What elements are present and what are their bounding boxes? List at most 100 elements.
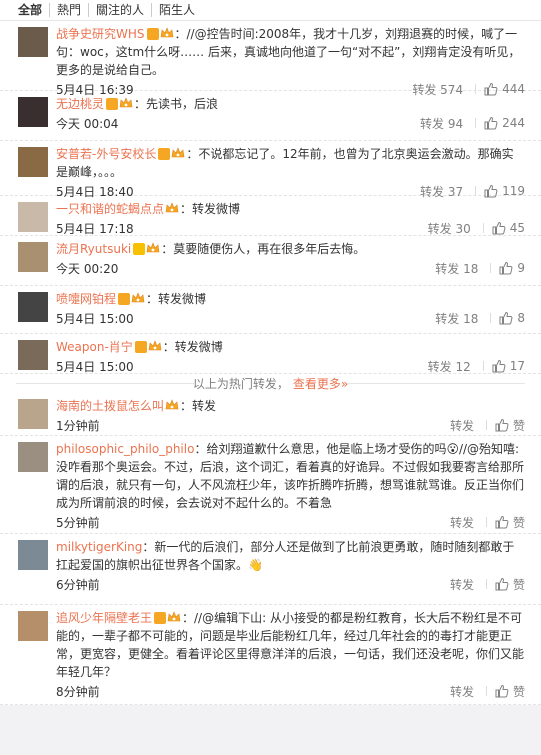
verified-badge-icon [106, 98, 119, 110]
repost-text: milkytigerKing：新一代的后浪们，部分人还是做到了比前浪更勇敢，随时… [56, 538, 525, 574]
avatar[interactable] [18, 442, 48, 472]
username-link[interactable]: Weapon-肖宁 [56, 340, 133, 354]
like-button[interactable]: 9 [499, 261, 525, 275]
tab-strangers[interactable]: 陌生人 [151, 3, 202, 17]
forward-button[interactable]: 转发 [450, 683, 474, 700]
filter-tabs: 全部 熱門 關注的人 陌生人 [0, 0, 541, 21]
timestamp: 5月4日 15:00 [56, 311, 134, 326]
verified-badge-icon [118, 293, 131, 305]
repost-content: ：先读书，后浪 [134, 97, 219, 111]
like-count: 赞 [512, 577, 525, 592]
like-button[interactable]: 17 [492, 359, 525, 373]
divider [475, 118, 477, 128]
forward-button[interactable]: 转发 18 [435, 310, 478, 327]
forward-button[interactable]: 转发 18 [435, 260, 478, 277]
like-count: 赞 [512, 515, 525, 530]
divider [485, 579, 487, 589]
like-button[interactable]: 赞 [495, 514, 525, 531]
vip-crown-icon [119, 97, 133, 108]
username-link[interactable]: 安普若-外号安校长 [56, 147, 156, 161]
like-button[interactable]: 赞 [495, 417, 525, 434]
like-button[interactable]: 赞 [495, 683, 525, 700]
like-count: 赞 [512, 684, 525, 699]
repost-content: ：转发微博 [146, 292, 207, 306]
see-more-link[interactable]: 查看更多» [293, 375, 348, 392]
vip-badge [147, 340, 163, 354]
username-link[interactable]: 追风少年隔壁老王 [56, 611, 152, 625]
repost-content: ：转发微博 [162, 340, 223, 354]
username-link[interactable]: 战争史研究WHS [56, 27, 145, 41]
vip-crown-icon [165, 399, 179, 410]
repost-content: ：转发微博 [180, 202, 241, 216]
avatar[interactable] [18, 340, 48, 370]
tab-following[interactable]: 關注的人 [88, 3, 151, 17]
vip-badge [164, 399, 180, 413]
repost-meta: 今天 00:20 转发 18 9 [56, 258, 525, 278]
timestamp: 今天 00:20 [56, 261, 119, 276]
repost-item: 安普若-外号安校长 ：不说都忘记了。12年前，也曾为了北京奥运会激动。那确实是巅峰… [0, 141, 541, 199]
vip-badge [159, 27, 175, 41]
repost-text: 无边桃灵 ：先读书，后浪 [56, 95, 525, 113]
timestamp: 6分钟前 [56, 577, 100, 592]
like-count: 45 [509, 221, 525, 235]
username-link[interactable]: 喷嚏网铂程 [56, 292, 116, 306]
username-link[interactable]: 流月Ryutsuki [56, 242, 131, 256]
forward-button[interactable]: 转发 [450, 417, 474, 434]
avatar[interactable] [18, 242, 48, 272]
repost-text: 一只和谐的蛇蝎点点 ：转发微博 [56, 200, 525, 218]
repost-text: 追风少年隔壁老王 ：//@编辑下山: 从小接受的都是粉红教育，长大后不粉红是不可能… [56, 609, 525, 681]
vip-badge [145, 242, 161, 256]
forward-button[interactable]: 转发 30 [428, 220, 471, 237]
repost-item: milkytigerKing：新一代的后浪们，部分人还是做到了比前浪更勇敢，随时… [0, 534, 541, 605]
repost-text: 安普若-外号安校长 ：不说都忘记了。12年前，也曾为了北京奥运会激动。那确实是巅峰… [56, 145, 525, 181]
thumbs-up-icon [495, 418, 509, 432]
forward-button[interactable]: 转发 94 [420, 115, 463, 132]
divider [490, 263, 492, 273]
thumbs-up-icon [495, 577, 509, 591]
repost-meta: 5月4日 15:00 转发 12 17 [56, 356, 525, 376]
avatar[interactable] [18, 540, 48, 570]
repost-item: 无边桃灵 ：先读书，后浪 今天 00:04 转发 94 244 [0, 91, 541, 141]
thumbs-up-icon [495, 684, 509, 698]
username-link[interactable]: philosophic_philo_philo [56, 442, 194, 456]
timestamp: 5分钟前 [56, 515, 100, 530]
like-button[interactable]: 8 [499, 311, 525, 325]
avatar[interactable] [18, 147, 48, 177]
thumbs-up-icon [495, 515, 509, 529]
repost-content: ：莫要随便伤人，再在很多年后去悔。 [161, 242, 366, 256]
like-button[interactable]: 赞 [495, 576, 525, 593]
timestamp: 8分钟前 [56, 684, 100, 699]
thumbs-up-icon [499, 311, 513, 325]
repost-content: ：转发 [180, 399, 217, 413]
tab-all[interactable]: 全部 [18, 3, 49, 17]
divider [490, 313, 492, 323]
vip-crown-icon [171, 147, 185, 158]
avatar[interactable] [18, 399, 48, 429]
avatar[interactable] [18, 292, 48, 322]
repost-item: 追风少年隔壁老王 ：//@编辑下山: 从小接受的都是粉红教育，长大后不粉红是不可能… [0, 605, 541, 705]
repost-item: 喷嚏网铂程 ：转发微博 5月4日 15:00 转发 18 8 [0, 286, 541, 334]
hot-divider: 以上为热门转发， 查看更多» [0, 374, 541, 393]
repost-meta: 1分钟前 转发 赞 [56, 415, 525, 435]
username-link[interactable]: 一只和谐的蛇蝎点点 [56, 202, 164, 216]
avatar[interactable] [18, 611, 48, 641]
avatar[interactable] [18, 27, 48, 57]
username-link[interactable]: 无边桃灵 [56, 97, 104, 111]
repost-meta: 6分钟前 转发 赞 [56, 574, 525, 594]
like-button[interactable]: 45 [492, 221, 525, 235]
username-link[interactable]: 海南的土拨鼠怎么叫 [56, 399, 164, 413]
forward-button[interactable]: 转发 [450, 514, 474, 531]
like-button[interactable]: 244 [484, 116, 525, 130]
avatar[interactable] [18, 202, 48, 232]
vip-badge [118, 97, 134, 111]
forward-button[interactable]: 转发 12 [428, 358, 471, 375]
thumbs-up-icon [492, 221, 506, 235]
username-link[interactable]: milkytigerKing [56, 540, 142, 554]
like-count: 9 [517, 261, 525, 275]
timestamp: 5月4日 15:00 [56, 359, 134, 374]
repost-text: Weapon-肖宁 ：转发微博 [56, 338, 525, 356]
forward-button[interactable]: 转发 [450, 576, 474, 593]
repost-meta: 今天 00:04 转发 94 244 [56, 113, 525, 133]
avatar[interactable] [18, 97, 48, 127]
tab-hot[interactable]: 熱門 [49, 3, 88, 17]
